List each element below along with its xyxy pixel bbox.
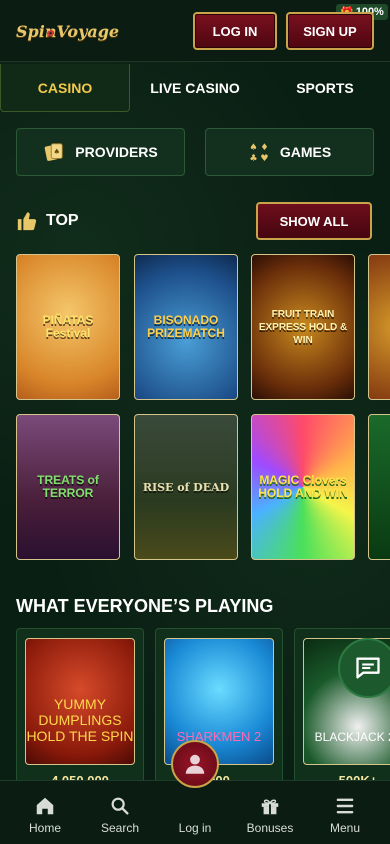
nav-search-label: Search [100,821,140,835]
nav-menu[interactable]: Menu [306,781,384,844]
games-button[interactable]: ♠ ♦ ♣ ♥ GAMES [205,128,374,176]
user-icon [185,754,205,774]
tab-live-casino[interactable]: LIVE CASINO [130,64,260,112]
svg-text:♥: ♥ [260,153,268,163]
signup-button[interactable]: SIGN UP [286,12,374,50]
home-icon [36,797,54,815]
game-title: PIÑATAS Festival [42,313,94,340]
everyone-playing-title: WHAT EVERYONE’S PLAYING [16,596,274,616]
nav-bonuses-label: Bonuses [246,821,294,835]
svg-text:♠: ♠ [54,147,61,156]
game-tile[interactable]: PIÑATAS Festival [16,254,120,400]
top-section-title: TOP [16,210,79,232]
providers-label: PROVIDERS [75,144,158,160]
game-title: RISE of DEAD [142,480,230,494]
header: SpinVoyage ✿ 🎁 100% LOG IN SIGN UP [0,0,390,62]
logo-text: SpinVoyage [16,22,120,41]
login-avatar-button[interactable] [171,740,219,788]
hamburger-menu-icon [336,798,354,814]
nav-home[interactable]: Home [6,781,84,844]
nav-login-label: Log in [178,821,212,835]
game-title: YUMMY DUMPLINGS HOLD THE SPIN [26,696,134,744]
chat-button[interactable] [338,638,390,698]
games-label: GAMES [279,144,332,160]
game-tile[interactable]: RISE of DEAD [134,414,238,560]
nav-home-label: Home [28,821,61,835]
game-title: FRUIT TRAIN EXPRESS HOLD & WIN [258,308,348,346]
rose-icon: ✿ [46,29,54,39]
chat-icon [356,657,380,679]
game-tile[interactable]: TREATS of TERROR [16,414,120,560]
game-title: TREATS of TERROR [37,473,99,500]
suits-icon: ♠ ♦ ♣ ♥ [249,142,268,163]
bottom-nav: Home Search Log in Bonuses Menu [0,780,390,844]
game-tile[interactable]: BISONADO PRIZEMATCH [134,254,238,400]
game-thumbnail: YUMMY DUMPLINGS HOLD THE SPIN [25,638,135,765]
nav-login[interactable]: Log in [156,781,234,844]
game-tile[interactable]: MAGIC Clovers HOLD AND WIN [251,414,355,560]
playing-card[interactable]: YUMMY DUMPLINGS HOLD THE SPIN 4 050 000 [16,628,144,788]
tab-casino[interactable]: CASINO [0,64,130,112]
search-icon [111,797,129,815]
login-button[interactable]: LOG IN [193,12,277,50]
svg-text:♦: ♦ [260,142,268,153]
providers-button[interactable]: ♠ PROVIDERS [16,128,185,176]
tab-sports[interactable]: SPORTS [260,64,390,112]
main-tabs: CASINO LIVE CASINO SPORTS [0,64,390,112]
svg-text:♠: ♠ [249,142,257,153]
show-all-button[interactable]: SHOW ALL [256,202,372,240]
page: SpinVoyage ✿ 🎁 100% LOG IN SIGN UP CASIN… [0,0,390,844]
nav-search[interactable]: Search [81,781,159,844]
game-tile[interactable] [368,414,390,560]
game-title: BISONADO PRIZEMATCH [147,313,225,340]
game-title: MAGIC Clovers HOLD AND WIN [258,473,348,500]
cards-icon: ♠ [44,143,63,161]
nav-bonuses[interactable]: Bonuses [231,781,309,844]
thumbs-up-icon [17,212,37,231]
game-tile[interactable] [368,254,390,400]
logo[interactable]: SpinVoyage ✿ [16,14,119,50]
top-title-text: TOP [46,212,79,229]
gift-icon [261,799,279,815]
svg-text:♣: ♣ [249,153,257,163]
nav-menu-label: Menu [329,821,361,835]
game-title: BLACKJACK 21 [314,730,390,744]
game-tile[interactable]: FRUIT TRAIN EXPRESS HOLD & WIN [251,254,355,400]
